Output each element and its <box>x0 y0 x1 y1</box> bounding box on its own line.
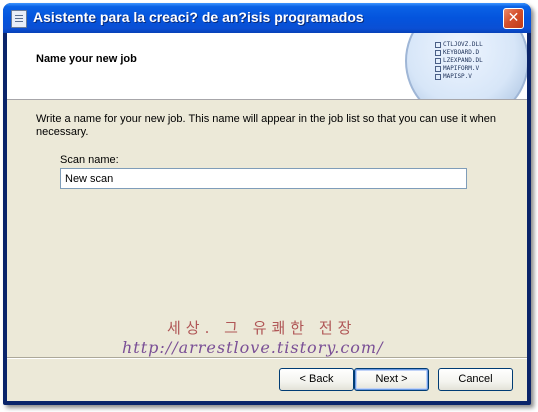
checkbox-icon <box>435 57 441 64</box>
divider <box>7 357 527 359</box>
listing-item: MAPIFORM.V <box>435 65 505 73</box>
close-button[interactable]: ✕ <box>503 8 524 29</box>
title-bar[interactable]: Asistente para la creaci? de an?isis pro… <box>3 3 531 33</box>
listing-item: KEYBOARD.D <box>435 49 505 57</box>
wizard-window: Asistente para la creaci? de an?isis pro… <box>3 3 531 405</box>
checkbox-icon <box>435 73 441 80</box>
listing-item: CTLJOVZ.DLL <box>435 41 505 49</box>
checkbox-icon <box>435 49 441 56</box>
checkbox-icon <box>435 41 441 48</box>
back-button[interactable]: < Back <box>279 368 354 391</box>
description-text: Write a name for your new job. This name… <box>36 113 496 138</box>
next-button[interactable]: Next > <box>354 368 429 391</box>
app-document-icon <box>11 10 27 28</box>
page-title: Name your new job <box>36 53 137 65</box>
scan-name-input[interactable] <box>60 168 467 189</box>
wizard-header: Name your new job CTLJOVZ.DLL KEYBOARD.D… <box>7 33 527 100</box>
window-title: Asistente para la creaci? de an?isis pro… <box>33 9 364 25</box>
wizard-client-area: Name your new job CTLJOVZ.DLL KEYBOARD.D… <box>7 33 527 401</box>
cancel-button[interactable]: Cancel <box>438 368 513 391</box>
checkbox-icon <box>435 65 441 72</box>
listing-item: MAPISP.V <box>435 73 505 81</box>
listing-item: LZEXPAND.DL <box>435 57 505 65</box>
watermark-text: 세상. 그 유쾌한 전장 <box>167 319 357 337</box>
file-listing-graphic: CTLJOVZ.DLL KEYBOARD.D LZEXPAND.DL MAPIF… <box>435 41 505 81</box>
close-icon: ✕ <box>507 10 520 26</box>
watermark-url: http://arrestlove.tistory.com/ <box>122 338 384 357</box>
scan-name-label: Scan name: <box>60 154 119 166</box>
